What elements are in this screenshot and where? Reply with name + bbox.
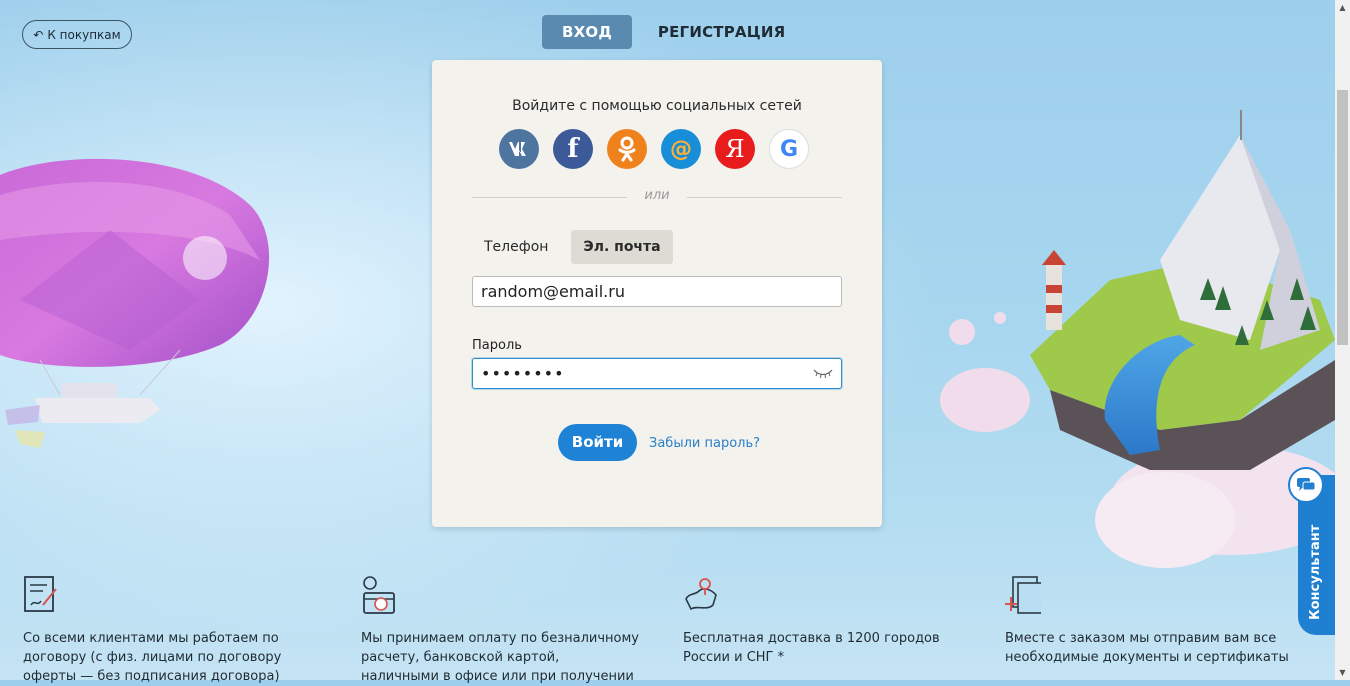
password-field[interactable]: •••••••• [472,358,842,389]
back-to-shopping-button[interactable]: ↶ К покупкам [22,20,132,49]
google-icon[interactable]: G [769,129,809,169]
mail-ru-icon[interactable]: @ [661,129,701,169]
feature-contract: Со всеми клиентами мы работаем по догово… [23,575,333,686]
page-scrollbar[interactable]: ▲ ▼ [1335,0,1350,680]
feature-documents: Вместе с заказом мы отправим вам все нео… [1005,575,1315,667]
feature-delivery: Бесплатная доставка в 1200 городов Росси… [683,575,993,667]
login-mode-tabs: Телефон Эл. почта [472,230,673,264]
undo-arrow-icon: ↶ [33,27,44,42]
tab-phone[interactable]: Телефон [472,230,560,264]
tab-login[interactable]: ВХОД [542,15,632,49]
login-button[interactable]: Войти [558,424,637,461]
contract-icon [24,576,57,612]
feature-documents-text: Вместе с заказом мы отправим вам все нео… [1005,631,1289,665]
email-field[interactable]: random@email.ru [472,276,842,307]
features-strip: Со всеми клиентами мы работаем по догово… [0,575,1335,684]
feature-delivery-text: Бесплатная доставка в 1200 городов Росси… [683,631,940,665]
scrollbar-thumb[interactable] [1337,90,1348,345]
show-password-icon[interactable] [813,367,833,379]
back-to-shopping-label: К покупкам [47,27,121,42]
odnoklassniki-icon[interactable] [607,129,647,169]
scroll-down-arrow-icon[interactable]: ▼ [1335,665,1350,680]
social-login-title: Войдите с помощью социальных сетей [512,98,802,114]
or-divider: или [472,188,842,204]
forgot-password-link[interactable]: Забыли пароль? [649,436,760,451]
tab-email[interactable]: Эл. почта [571,230,673,264]
feature-contract-text: Со всеми клиентами мы работаем по догово… [23,631,282,684]
map-delivery-icon [685,578,717,611]
vk-icon[interactable] [499,129,539,169]
consultant-widget[interactable]: Консультант [1288,455,1335,640]
chat-bubble-icon[interactable] [1288,467,1324,503]
login-card: Войдите с помощью социальных сетей f @ Я… [432,60,882,527]
scroll-up-arrow-icon[interactable]: ▲ [1335,0,1350,15]
facebook-icon[interactable]: f [553,129,593,169]
feature-payment: Мы принимаем оплату по безналичному расч… [361,575,671,686]
documents-icon [1005,576,1043,614]
tab-register[interactable]: РЕГИСТРАЦИЯ [642,15,801,49]
password-label: Пароль [472,338,522,353]
consultant-label: Консультант [1308,524,1323,620]
auth-tabs: ВХОД РЕГИСТРАЦИЯ [542,15,801,49]
or-divider-label: или [644,188,670,203]
yandex-icon[interactable]: Я [715,129,755,169]
payment-icon [363,576,395,614]
password-value: •••••••• [481,364,565,383]
social-login-buttons: f @ Я G [499,129,809,169]
feature-payment-text: Мы принимаем оплату по безналичному расч… [361,631,639,684]
